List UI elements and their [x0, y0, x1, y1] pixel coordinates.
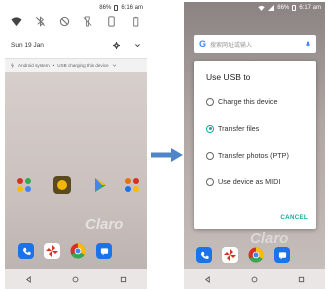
status-bar: 86% 6:16 am [99, 5, 143, 11]
rotate-icon[interactable] [106, 16, 117, 27]
phone-glyph [200, 251, 209, 259]
do-not-disturb-icon[interactable] [59, 16, 70, 27]
pinwheel-glyph [46, 245, 58, 257]
chrome-glyph [248, 247, 264, 263]
recents-icon[interactable] [298, 276, 305, 283]
date-actions [113, 42, 141, 49]
wifi-icon [258, 5, 266, 11]
gear-icon[interactable] [113, 42, 120, 49]
dock [196, 247, 290, 263]
status-bar: 86% 6:17 am [258, 5, 321, 11]
media-app-dot [57, 180, 67, 190]
home-icon[interactable] [251, 276, 258, 283]
chrome-app-icon[interactable] [248, 247, 264, 263]
date-label: Sun 19 Jan [11, 42, 44, 49]
messages-app-icon[interactable] [274, 247, 290, 263]
notification-source: Android system [18, 63, 50, 68]
play-store-icon[interactable] [91, 176, 109, 194]
notification-shade: 86% 6:16 am Sun 19 Jan Android system • … [5, 2, 147, 72]
clock: 6:16 am [121, 5, 143, 11]
usb-notification[interactable]: Android system • USB charging this devic… [5, 58, 147, 72]
back-icon[interactable] [204, 275, 211, 283]
date-row: Sun 19 Jan [11, 42, 141, 49]
search-bar[interactable]: G 搜索网址或输入 [194, 35, 316, 53]
phone-glyph [22, 247, 31, 255]
option-label: Use device as MIDI [218, 177, 281, 186]
option-label: Transfer photos (PTP) [218, 151, 289, 160]
use-usb-dialog: Use USB to Charge this device Transfer f… [194, 61, 316, 229]
search-placeholder: 搜索网址或输入 [210, 42, 253, 49]
option-label: Transfer files [218, 124, 260, 133]
home-icon[interactable] [72, 276, 79, 283]
media-app-icon[interactable] [53, 176, 71, 194]
notification-separator: • [52, 63, 55, 68]
flashlight-off-icon[interactable] [82, 16, 93, 27]
phone-app-icon[interactable] [18, 243, 34, 259]
flow-arrow [151, 148, 183, 162]
nav-bar [184, 269, 325, 289]
option-charge-device[interactable]: Charge this device [206, 97, 278, 106]
home-app-grid [15, 174, 143, 204]
apps-folder-icon[interactable] [123, 176, 141, 194]
cancel-button[interactable]: CANCEL [280, 214, 308, 221]
radio-button[interactable] [206, 151, 214, 160]
bluetooth-off-icon[interactable] [35, 16, 46, 27]
battery-icon [114, 5, 119, 11]
chevron-down-icon[interactable] [134, 42, 141, 49]
pinwheel-app-icon[interactable] [222, 247, 238, 263]
pinwheel-app-icon[interactable] [44, 243, 60, 259]
option-transfer-files[interactable]: Transfer files [206, 124, 259, 133]
google-apps-folder-icon[interactable] [15, 176, 33, 194]
radio-button[interactable] [206, 177, 214, 186]
phone-app-icon[interactable] [196, 247, 212, 263]
radio-button[interactable] [206, 97, 214, 106]
wallpaper-watermark: Claro [85, 216, 124, 233]
battery-percent: 86% [99, 5, 112, 11]
messages-glyph [100, 247, 108, 256]
nav-bar [5, 269, 147, 289]
back-icon[interactable] [25, 275, 32, 283]
quick-settings-row [11, 16, 141, 27]
messages-app-icon[interactable] [96, 243, 112, 259]
chrome-app-icon[interactable] [70, 243, 86, 259]
dialog-title: Use USB to [206, 72, 251, 82]
usb-icon [11, 63, 14, 68]
google-logo-icon: G [199, 39, 207, 49]
battery-icon [292, 5, 297, 11]
wifi-icon[interactable] [11, 16, 22, 27]
wallpaper-watermark: Claro [250, 230, 289, 247]
option-midi[interactable]: Use device as MIDI [206, 177, 280, 186]
notification-chevron-icon[interactable] [112, 63, 117, 68]
radio-button-selected[interactable] [206, 124, 214, 133]
option-transfer-photos[interactable]: Transfer photos (PTP) [206, 151, 289, 160]
messages-glyph [278, 251, 286, 260]
battery-percent: 86% [277, 5, 290, 11]
signal-icon [268, 5, 275, 11]
recents-icon[interactable] [120, 276, 127, 283]
dock [18, 243, 112, 259]
notification-text: USB charging this device [57, 63, 109, 68]
mic-icon[interactable] [305, 40, 311, 48]
pinwheel-glyph [224, 249, 236, 261]
phone-screen-notification-shade: 86% 6:16 am Sun 19 Jan Android system • … [5, 2, 147, 289]
clock: 6:17 am [299, 5, 321, 11]
battery-saver-icon[interactable] [130, 16, 141, 27]
chrome-glyph [70, 243, 86, 259]
phone-screen-usb-dialog: 86% 6:17 am G 搜索网址或输入 Use USB to Charge … [184, 2, 325, 289]
option-label: Charge this device [218, 97, 278, 106]
